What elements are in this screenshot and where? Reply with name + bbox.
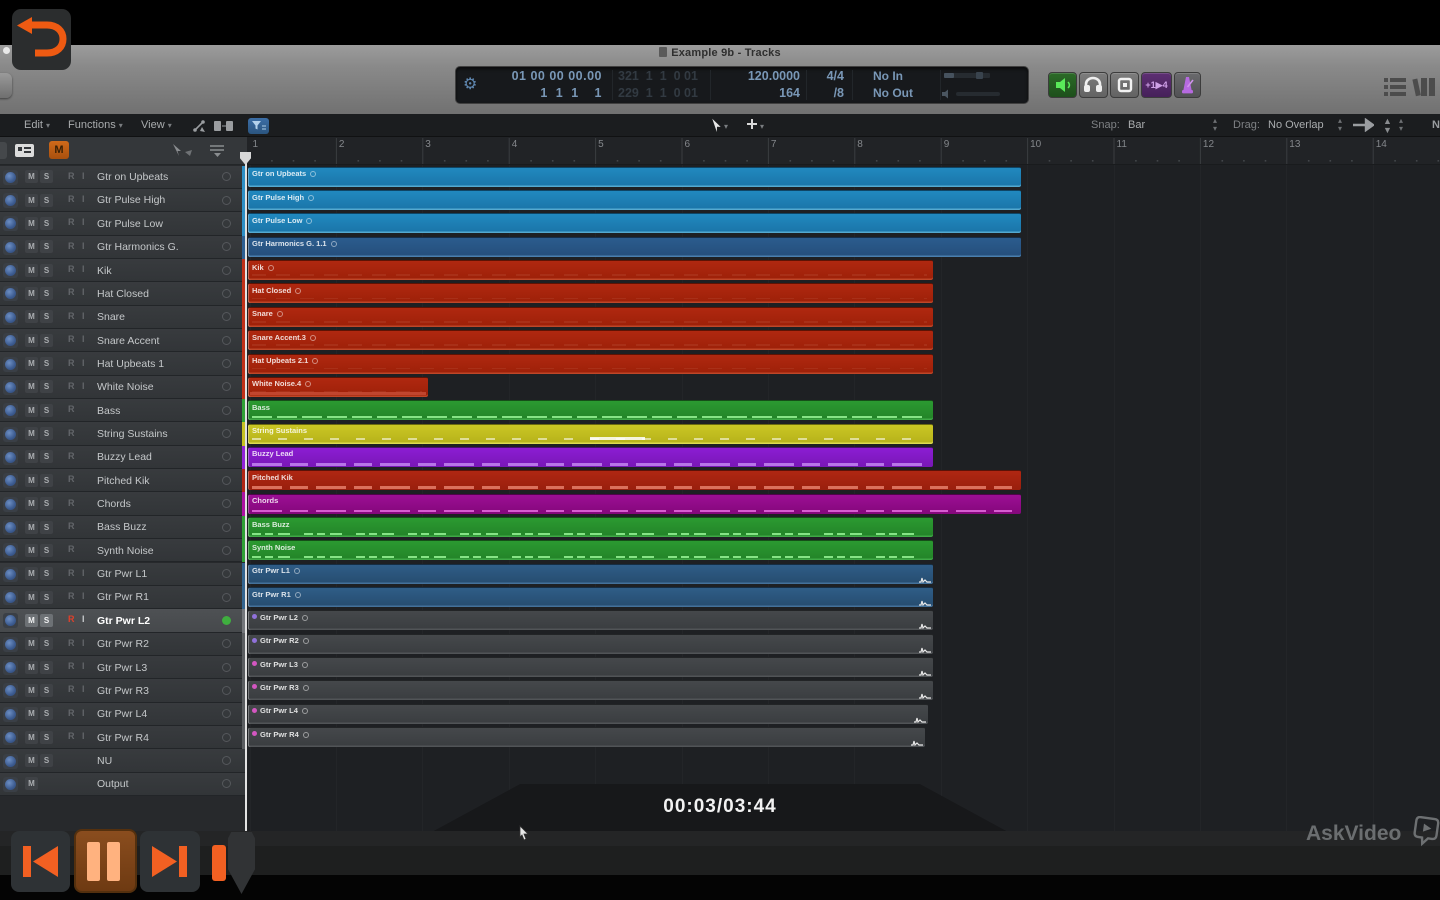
svg-text:▾: ▾ [724,122,728,131]
svg-text:▾: ▾ [760,122,764,131]
